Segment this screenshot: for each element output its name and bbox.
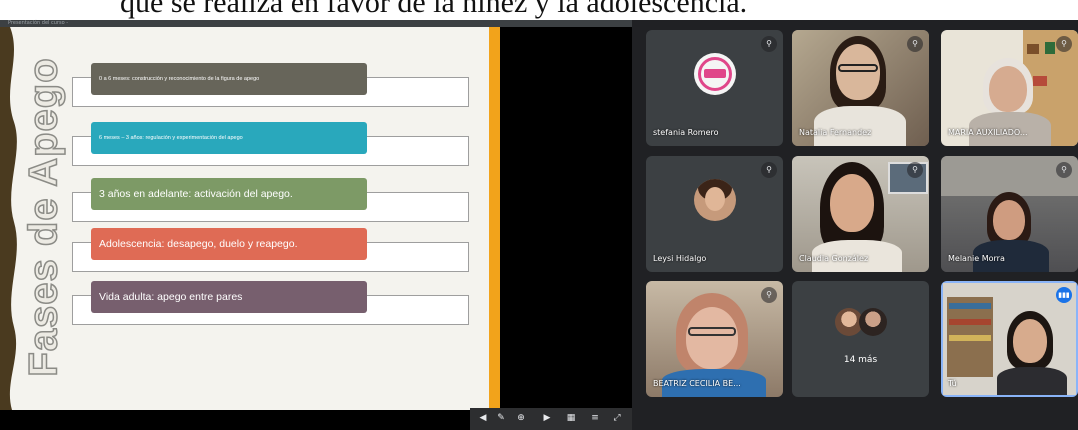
menu-icon[interactable]: ≡	[590, 413, 600, 423]
phase-band-2: 6 meses – 3 años: regulación y experimen…	[91, 122, 367, 154]
mic-off-icon: ⚲	[761, 36, 777, 52]
phase-band-4: Adolescencia: desapego, duelo y reapego.	[91, 228, 367, 260]
avatar	[693, 179, 736, 222]
phase-row-2: 6 meses – 3 años: regulación y experimen…	[0, 122, 500, 172]
participant-name: Tú	[948, 379, 957, 388]
pen-icon[interactable]: ✎	[496, 413, 506, 423]
participant-tile[interactable]: ⚲ Leysi Hidalgo	[646, 156, 783, 272]
phase-row-4: Adolescencia: desapego, duelo y reapego.	[0, 228, 500, 278]
document-caption: que se realiza en favor de la niñez y la…	[0, 0, 1078, 20]
participant-tile[interactable]: ⚲ BEATRIZ CECILIA BE...	[646, 281, 783, 397]
next-icon[interactable]: ▶	[542, 413, 552, 423]
zoom-icon[interactable]: ⊕	[516, 413, 526, 423]
grid-icon[interactable]: ▦	[566, 413, 576, 423]
slide-accent-bar	[489, 27, 500, 410]
participant-name: BEATRIZ CECILIA BE...	[653, 379, 741, 388]
more-participants-label: 14 más	[843, 355, 878, 365]
phase-band-3: 3 años en adelante: activación del apego…	[91, 178, 367, 210]
participant-name: Melanie Morra	[948, 254, 1005, 263]
mic-off-icon: ⚲	[907, 36, 923, 52]
more-participants-avatars	[833, 307, 889, 338]
avatar	[693, 53, 736, 96]
presentation-controls: ◀ ✎ ⊕ ▶ ▦ ≡ ⤢	[470, 408, 632, 430]
shared-screen: Presentación del curso - Fases de Apego …	[0, 20, 632, 430]
participant-name: MARIA AUXILIADO...	[948, 128, 1028, 137]
mic-off-icon: ⚲	[1056, 162, 1072, 178]
mic-off-icon: ⚲	[761, 162, 777, 178]
participant-tile[interactable]: ⚲ MARIA AUXILIADO...	[941, 30, 1078, 146]
participant-tile[interactable]: ⚲ Melanie Morra	[941, 156, 1078, 272]
share-title: Presentación del curso -	[8, 20, 69, 26]
mic-off-icon: ⚲	[907, 162, 923, 178]
participant-tile[interactable]: ⚲ stefania Romero	[646, 30, 783, 146]
phase-row-5: Vida adulta: apego entre pares	[0, 281, 500, 331]
expand-icon[interactable]: ⤢	[612, 413, 622, 423]
phase-row-3: 3 años en adelante: activación del apego…	[0, 178, 500, 228]
participant-tile[interactable]: ⚲ Natalia Fernandez	[792, 30, 929, 146]
prev-icon[interactable]: ◀	[478, 413, 488, 423]
phase-row-1: 0 a 6 meses: construcción y reconocimien…	[0, 63, 500, 113]
mic-off-icon: ⚲	[761, 287, 777, 303]
participant-tile[interactable]: ⚲ Claudia González	[792, 156, 929, 272]
phase-band-1: 0 a 6 meses: construcción y reconocimien…	[91, 63, 367, 95]
caption-text: que se realiza en favor de la niñez y la…	[120, 0, 748, 19]
share-title-bar: Presentación del curso -	[0, 20, 632, 27]
participant-name: Leysi Hidalgo	[653, 254, 707, 263]
participant-grid: ⚲ stefania Romero ⚲ Natalia Fernandez ⚲ …	[632, 20, 1078, 430]
participant-name: Claudia González	[799, 254, 869, 263]
mic-off-icon: ⚲	[1056, 36, 1072, 52]
audio-level-icon: ▮▮▮	[1056, 287, 1072, 303]
participant-name: stefania Romero	[653, 128, 719, 137]
participant-name: Natalia Fernandez	[799, 128, 872, 137]
presentation-slide: Fases de Apego 0 a 6 meses: construcción…	[0, 27, 500, 410]
more-participants-tile[interactable]: 14 más	[792, 281, 929, 397]
self-view-tile[interactable]: ▮▮▮ Tú	[941, 281, 1078, 397]
phase-band-5: Vida adulta: apego entre pares	[91, 281, 367, 313]
